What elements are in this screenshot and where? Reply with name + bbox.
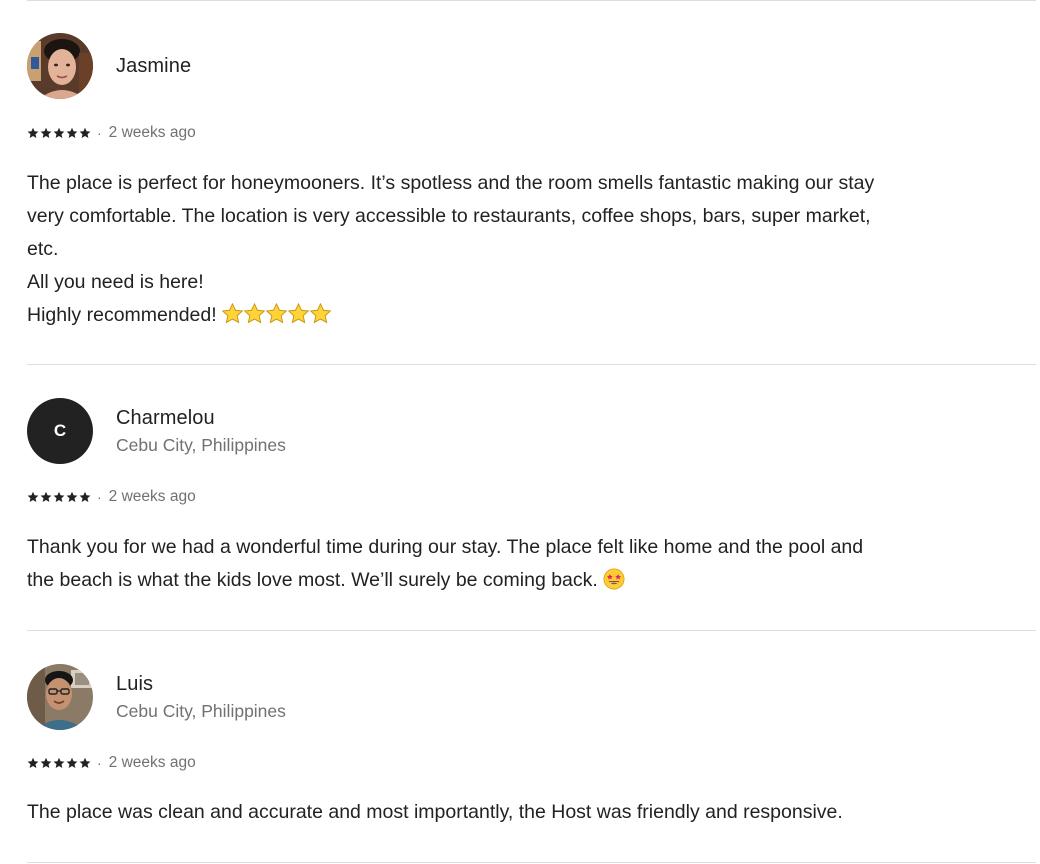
separator-dot: · (97, 489, 102, 505)
star-icon (40, 127, 52, 138)
rating-row: · 2 weeks ago (27, 754, 196, 772)
star-icon (79, 491, 91, 502)
star-icon (40, 757, 52, 768)
comment-line-text: Highly recommended! (27, 304, 217, 326)
review-comment: Thank you for we had a wonderful time du… (27, 531, 1027, 597)
reviewer-location: Cebu City, Philippines (116, 435, 286, 455)
gold-star-icon (287, 303, 310, 324)
review-comment: The place is perfect for honeymooners. I… (27, 167, 1027, 332)
comment-line: The place was clean and accurate and mos… (27, 801, 843, 823)
user-photo-icon (27, 664, 93, 730)
star-icon (53, 127, 65, 138)
gold-star-icon (221, 303, 244, 324)
review-item: Jasmine · 2 weeks ago The place is perfe… (27, 33, 1036, 333)
separator-dot: · (97, 125, 102, 141)
reviewer-location: Cebu City, Philippines (116, 701, 286, 721)
star-icon (79, 757, 91, 768)
reviewer-name: Jasmine (116, 55, 192, 77)
divider-top (27, 0, 1036, 1)
comment-line: very comfortable. The location is very a… (27, 205, 871, 227)
reviewer-name: Charmelou (116, 407, 215, 429)
separator-dot: · (97, 755, 102, 771)
rating-row: · 2 weeks ago (27, 488, 196, 506)
gold-star-icon (243, 303, 266, 324)
star-rating (27, 127, 91, 139)
gold-stars-emoji-icon (221, 303, 332, 324)
star-icon (40, 491, 52, 502)
divider (27, 862, 1036, 863)
avatar[interactable] (27, 664, 93, 730)
review-date: 2 weeks ago (108, 124, 196, 141)
divider (27, 630, 1036, 631)
star-rating (27, 757, 91, 769)
user-photo-icon (27, 33, 93, 99)
star-icon (79, 127, 91, 138)
comment-line-last: Highly recommended! (27, 299, 1027, 332)
star-icon (66, 757, 78, 768)
star-icon (66, 127, 78, 138)
comment-line: etc. (27, 238, 59, 260)
comment-line: Thank you for we had a wonderful time du… (27, 536, 864, 558)
comment-line: All you need is here! (27, 271, 204, 293)
comment-line: The place is perfect for honeymooners. I… (27, 172, 875, 194)
star-icon (27, 491, 39, 502)
review-item: C Charmelou Cebu City, Philippines · 2 w… (27, 398, 1036, 598)
star-rating (27, 491, 91, 503)
gold-star-icon (309, 303, 332, 324)
review-date: 2 weeks ago (108, 754, 196, 771)
rating-row: · 2 weeks ago (27, 124, 196, 142)
star-icon (27, 127, 39, 138)
comment-line-text: the beach is what the kids love most. We… (27, 569, 598, 591)
star-icon (53, 491, 65, 502)
divider (27, 364, 1036, 365)
star-struck-emoji-icon (603, 568, 625, 590)
reviewer-name: Luis (116, 673, 154, 695)
gold-star-icon (265, 303, 288, 324)
star-icon (27, 757, 39, 768)
avatar[interactable] (27, 33, 93, 99)
avatar[interactable]: C (27, 398, 93, 464)
review-date: 2 weeks ago (108, 488, 196, 505)
comment-line-last: the beach is what the kids love most. We… (27, 564, 1027, 597)
star-icon (66, 491, 78, 502)
review-item: Luis Cebu City, Philippines · 2 weeks ag… (27, 664, 1036, 834)
star-icon (53, 757, 65, 768)
review-comment: The place was clean and accurate and mos… (27, 796, 1027, 829)
